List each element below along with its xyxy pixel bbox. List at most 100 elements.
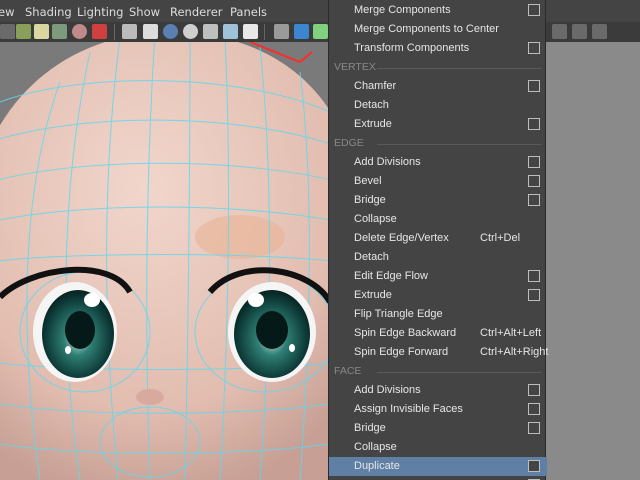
component-icon[interactable] [313,24,328,39]
menu-item-shortcut: Ctrl+Del [480,232,521,244]
menu-item-label: Duplicate [354,460,400,472]
menu-item-edge-add-divisions[interactable]: Add Divisions [329,153,547,172]
share-icon[interactable] [592,24,607,39]
menu-view[interactable]: ew [0,5,14,19]
grid-icon[interactable] [122,24,137,39]
select-icon[interactable] [0,24,15,39]
option-box-icon[interactable] [528,42,540,54]
option-box-icon[interactable] [528,118,540,130]
menu-renderer[interactable]: Renderer [170,5,223,19]
option-box-icon[interactable] [528,460,540,472]
menu-item-vertex-detach[interactable]: Detach [329,96,547,115]
menu-lighting[interactable]: Lighting [77,5,123,19]
menu-item-edge-spin-edge-backward[interactable]: Spin Edge Backward Ctrl+Alt+Left [329,324,547,343]
section-header-vertex: VERTEX [329,58,547,77]
menu-item-label: Edit Edge Flow [354,270,428,282]
option-box-icon[interactable] [528,270,540,282]
camera-icon[interactable] [72,24,87,39]
menu-item-label: Delete Edge/Vertex [354,232,449,244]
menu-item-face-extrude[interactable]: Extrude [329,476,547,480]
menu-item-label: Collapse [354,213,397,225]
menu-item-label: Detach [354,99,389,111]
film-icon[interactable] [143,24,158,39]
toolbar-divider [114,24,115,40]
sphere-icon[interactable] [163,24,178,39]
menu-item-label: Extrude [354,118,392,130]
left-eye-highlight-small [65,346,71,354]
menu-item-face-bridge[interactable]: Bridge [329,419,547,438]
cube-shaded-icon[interactable] [294,24,309,39]
section-divider [377,372,541,373]
frame-icon[interactable] [552,24,567,39]
menu-item-edge-flip-triangle-edge[interactable]: Flip Triangle Edge [329,305,547,324]
menu-item-face-assign-invisible-faces[interactable]: Assign Invisible Faces [329,400,547,419]
menu-item-label: Detach [354,251,389,263]
menu-item-vertex-chamfer[interactable]: Chamfer [329,77,547,96]
curve-icon[interactable] [52,24,67,39]
option-box-icon[interactable] [528,403,540,415]
texture-icon[interactable] [243,24,258,39]
cheek-blush [195,215,285,259]
paint-icon[interactable] [16,24,31,39]
menu-item-label: Spin Edge Backward [354,327,457,339]
menu-item-transform-components[interactable]: Transform Components [329,39,547,58]
toolbar-divider [264,24,265,40]
menu-item-merge-components-to-center[interactable]: Merge Components to Center [329,20,547,39]
option-box-icon[interactable] [528,80,540,92]
menu-item-edge-edit-edge-flow[interactable]: Edit Edge Flow [329,267,547,286]
menu-item-face-collapse[interactable]: Collapse [329,438,547,457]
menu-item-vertex-extrude[interactable]: Extrude [329,115,547,134]
xray-icon[interactable] [203,24,218,39]
option-box-icon[interactable] [528,175,540,187]
menu-item-label: Spin Edge Forward [354,346,449,358]
section-header-label: VERTEX [334,61,376,73]
menu-item-label: Assign Invisible Faces [354,403,463,415]
menu-item-label: Collapse [354,441,397,453]
left-eye-highlight [84,293,100,307]
lights-icon[interactable] [223,24,238,39]
option-box-icon[interactable] [528,156,540,168]
option-box-icon[interactable] [528,194,540,206]
option-box-icon[interactable] [528,4,540,16]
option-box-icon[interactable] [528,422,540,434]
menu-item-shortcut: Ctrl+Alt+Right [480,346,549,358]
menu-item-face-add-divisions[interactable]: Add Divisions [329,381,547,400]
menu-item-merge-components[interactable]: Merge Components [329,1,547,20]
menu-item-edge-bevel[interactable]: Bevel [329,172,547,191]
section-divider [377,144,541,145]
menu-item-label: Bevel [354,175,382,187]
right-eye-highlight-small [289,344,295,352]
menu-item-face-duplicate[interactable]: Duplicate [329,457,547,476]
cube-icon[interactable] [274,24,289,39]
menu-item-edge-bridge[interactable]: Bridge [329,191,547,210]
menu-item-label: Bridge [354,422,386,434]
menu-item-label: Merge Components [354,4,451,16]
menu-item-label: Add Divisions [354,156,421,168]
menu-item-edge-collapse[interactable]: Collapse [329,210,547,229]
section-header-label: FACE [334,365,362,377]
right-pupil [256,311,288,349]
empty-panel [546,42,640,480]
right-eye-highlight [248,293,264,307]
menu-item-label: Bridge [354,194,386,206]
menu-shading[interactable]: Shading [25,5,72,19]
menu-item-edge-extrude[interactable]: Extrude [329,286,547,305]
menu-item-label: Transform Components [354,42,470,54]
sphere-flat-icon[interactable] [183,24,198,39]
section-header-edge: EDGE [329,134,547,153]
light-icon[interactable] [34,24,49,39]
menu-item-label: Add Divisions [354,384,421,396]
section-divider [377,68,541,69]
menu-item-edge-spin-edge-forward[interactable]: Spin Edge Forward Ctrl+Alt+Right [329,343,549,362]
menu-item-edge-detach[interactable]: Detach [329,248,547,267]
menu-show[interactable]: Show [129,5,160,19]
menu-panels[interactable]: Panels [230,5,267,19]
section-header-face: FACE [329,362,547,381]
nose [136,389,164,405]
menu-item-label: Merge Components to Center [354,23,499,35]
brush-icon[interactable] [92,24,107,39]
layer-icon[interactable] [572,24,587,39]
option-box-icon[interactable] [528,289,540,301]
menu-item-edge-delete-edge-vertex[interactable]: Delete Edge/Vertex Ctrl+Del [329,229,547,248]
option-box-icon[interactable] [528,384,540,396]
